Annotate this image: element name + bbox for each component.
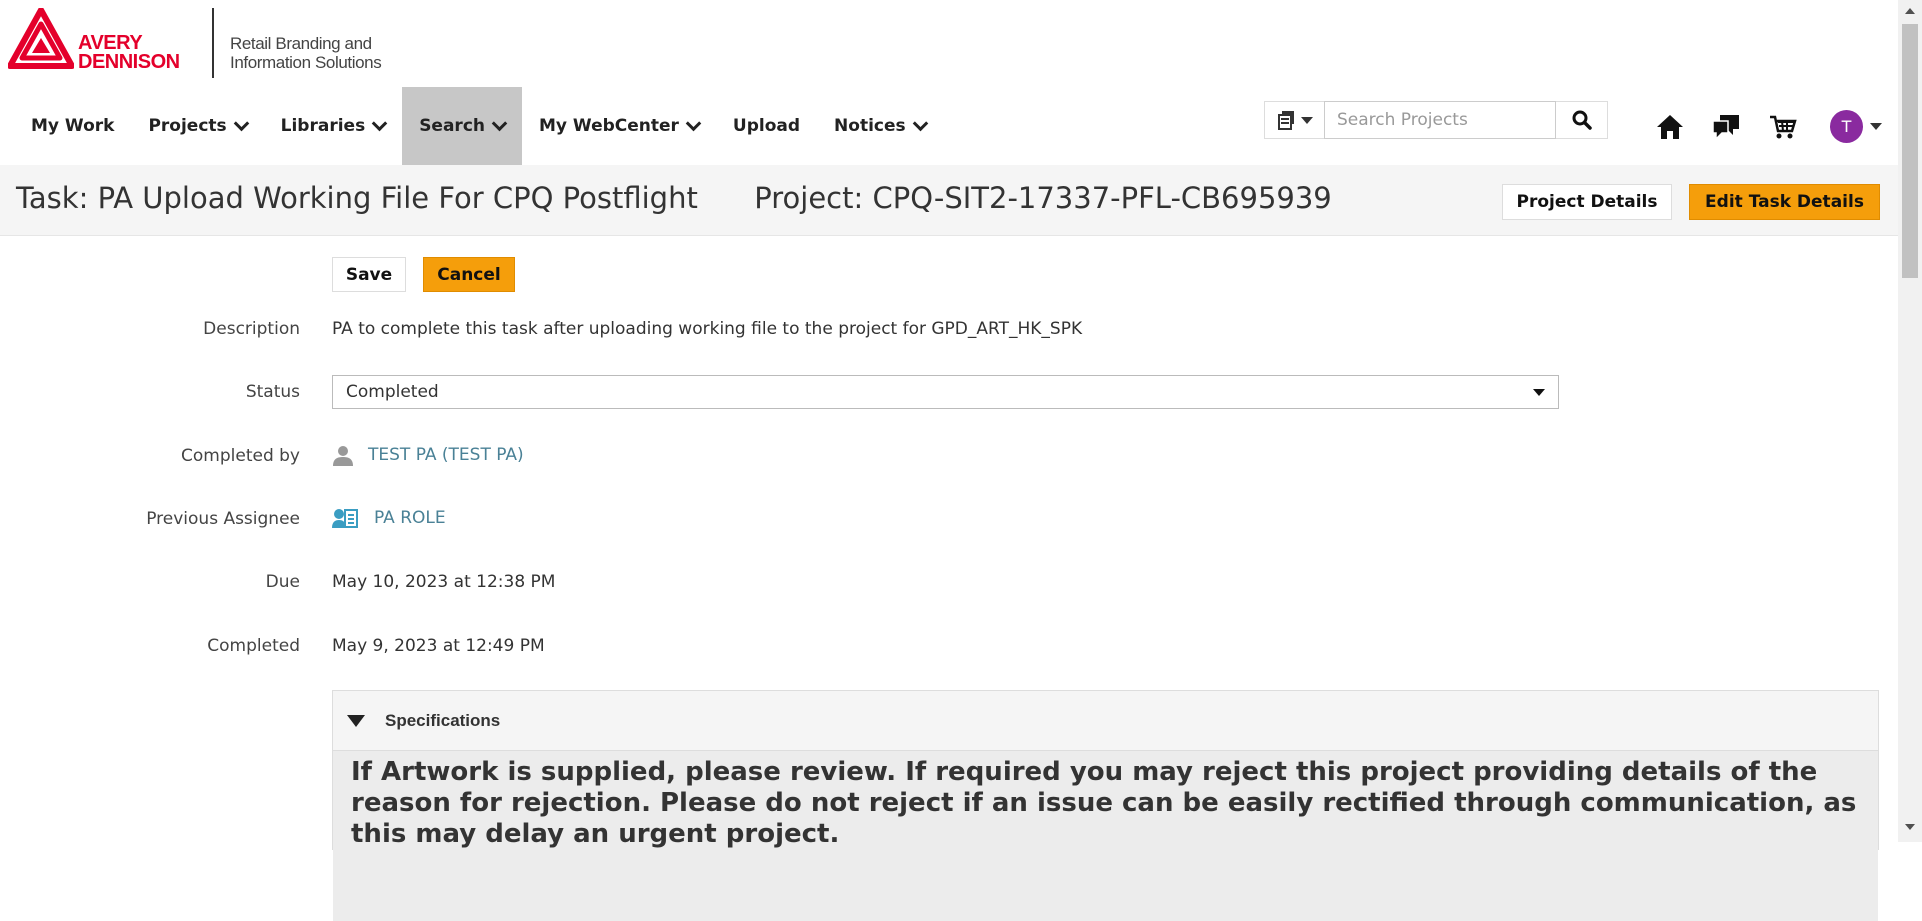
specifications-title: Specifications xyxy=(385,710,501,730)
clipboard-dropdown-button[interactable] xyxy=(1264,101,1324,139)
cancel-button[interactable]: Cancel xyxy=(423,257,515,292)
collapse-triangle-icon xyxy=(347,714,365,727)
scroll-up-arrow-icon[interactable] xyxy=(1905,8,1915,14)
clipboard-icon xyxy=(1277,111,1294,130)
nav-item-notices[interactable]: Notices xyxy=(817,87,943,165)
status-select[interactable]: Completed xyxy=(332,375,1559,409)
scroll-down-arrow-icon[interactable] xyxy=(1905,824,1915,830)
chevron-down-icon xyxy=(233,115,249,132)
caret-down-icon xyxy=(1533,388,1545,396)
due-value: May 10, 2023 at 12:38 PM xyxy=(332,572,556,592)
project-prefix: Project: xyxy=(754,181,864,215)
nav-item-label: Projects xyxy=(148,116,227,136)
nav-item-label: Notices xyxy=(834,116,906,136)
messages-button[interactable] xyxy=(1709,111,1743,143)
specifications-panel: Specifications If Artwork is supplied, p… xyxy=(332,690,1879,921)
header-tools xyxy=(1264,100,1608,140)
home-icon xyxy=(1657,115,1683,139)
completed-by-label: Completed by xyxy=(181,446,300,466)
brand-tagline-line1: Retail Branding and xyxy=(230,34,372,53)
home-button[interactable] xyxy=(1653,111,1687,143)
brand-name: AVERY DENNISON xyxy=(78,33,180,73)
nav-item-my-work[interactable]: My Work xyxy=(0,87,131,165)
chat-icon xyxy=(1712,115,1739,141)
status-selected-value: Completed xyxy=(346,382,439,402)
nav-item-label: Libraries xyxy=(280,116,366,136)
nav-item-projects[interactable]: Projects xyxy=(131,87,263,165)
page-scrollbar[interactable] xyxy=(1898,0,1922,842)
nav-item-search[interactable]: Search xyxy=(402,87,522,165)
brand-name-line2: DENNISON xyxy=(78,51,180,73)
status-label: Status xyxy=(245,382,300,402)
main-nav: My Work Projects Libraries Search My Web… xyxy=(0,87,943,165)
nav-item-libraries[interactable]: Libraries xyxy=(264,87,403,165)
completed-value: May 9, 2023 at 12:49 PM xyxy=(332,636,545,656)
search-icon xyxy=(1572,110,1592,130)
caret-down-icon xyxy=(1300,116,1313,124)
project-details-button[interactable]: Project Details xyxy=(1502,184,1672,220)
nav-item-label: Search xyxy=(419,116,485,136)
user-icon xyxy=(333,446,353,466)
brand-logo[interactable]: AVERY DENNISON Retail Branding and Infor… xyxy=(0,0,420,87)
previous-assignee-link[interactable]: PA ROLE xyxy=(374,508,446,528)
description-value: PA to complete this task after uploading… xyxy=(332,319,1083,339)
task-name: PA Upload Working File For CPQ Postfligh… xyxy=(97,181,698,215)
previous-assignee-label: Previous Assignee xyxy=(146,509,300,529)
edit-task-details-button[interactable]: Edit Task Details xyxy=(1689,184,1880,220)
nav-item-upload[interactable]: Upload xyxy=(716,87,817,165)
project-name: CPQ-SIT2-17337-PFL-CB695939 xyxy=(872,181,1332,215)
task-prefix: Task: xyxy=(16,181,89,215)
search-button[interactable] xyxy=(1556,101,1608,139)
chevron-down-icon xyxy=(371,115,388,132)
specifications-text: If Artwork is supplied, please review. I… xyxy=(333,751,1878,921)
due-label: Due xyxy=(265,572,300,592)
description-label: Description xyxy=(203,319,300,339)
search-input[interactable] xyxy=(1324,101,1556,139)
chevron-down-icon xyxy=(912,115,928,132)
logo-divider xyxy=(212,8,214,78)
completed-by-link[interactable]: TEST PA (TEST PA) xyxy=(368,445,524,465)
scrollbar-thumb[interactable] xyxy=(1902,24,1918,278)
role-icon xyxy=(332,509,358,528)
avatar: T xyxy=(1830,109,1863,143)
completed-by-value: TEST PA (TEST PA) xyxy=(332,444,524,466)
chevron-down-icon xyxy=(685,115,702,132)
caret-down-icon xyxy=(1870,122,1882,130)
cart-icon xyxy=(1770,115,1797,139)
previous-assignee-value: PA ROLE xyxy=(332,507,446,529)
cart-button[interactable] xyxy=(1766,111,1800,143)
user-menu-button[interactable]: T xyxy=(1828,108,1884,144)
nav-item-label: Upload xyxy=(732,116,801,136)
chevron-down-icon xyxy=(491,115,508,132)
save-button[interactable]: Save xyxy=(332,257,406,292)
specifications-header[interactable]: Specifications xyxy=(333,691,1878,751)
nav-item-label: My WebCenter xyxy=(539,116,679,136)
brand-tagline-line2: Information Solutions xyxy=(230,53,382,72)
page-title: Task: PA Upload Working File For CPQ Pos… xyxy=(16,181,1332,215)
brand-tagline: Retail Branding and Information Solution… xyxy=(230,34,382,72)
completed-label: Completed xyxy=(207,636,300,656)
nav-item-label: My Work xyxy=(31,116,115,136)
avery-dennison-logo-icon xyxy=(8,8,74,69)
nav-item-my-webcenter[interactable]: My WebCenter xyxy=(522,87,716,165)
